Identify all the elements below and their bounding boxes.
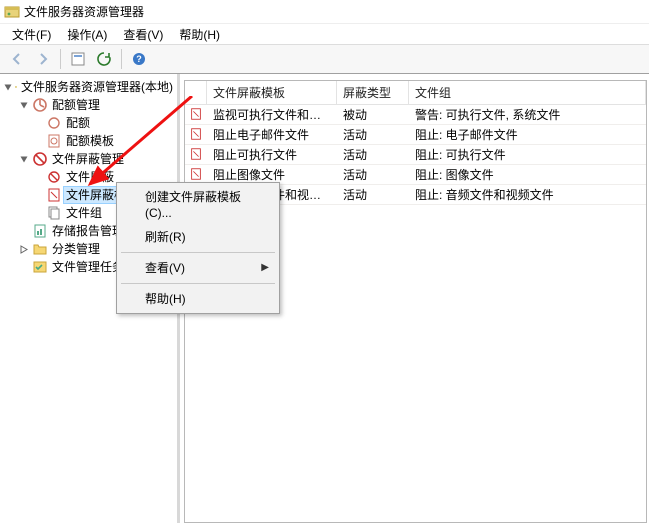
tree-quota[interactable]: 配额 [30, 114, 177, 132]
tree-label: 文件屏蔽管理 [50, 151, 126, 167]
cell-type: 活动 [337, 126, 409, 143]
tree-label: 文件服务器资源管理器(本地) [19, 79, 175, 95]
tree-quota-tpl[interactable]: 配额模板 [30, 132, 177, 150]
table-row[interactable]: 阻止电子邮件文件活动阻止: 电子邮件文件 [185, 125, 646, 145]
screen-icon [46, 169, 62, 185]
template-icon [46, 133, 62, 149]
col-type[interactable]: 屏蔽类型 [337, 81, 409, 104]
cell-type: 活动 [337, 186, 409, 203]
quota-icon [32, 97, 48, 113]
tree-screen-mgmt[interactable]: 文件屏蔽管理 [16, 150, 177, 168]
ctx-separator [121, 252, 275, 253]
tree-label: 文件管理任务 [50, 259, 126, 275]
content-area: 文件服务器资源管理器(本地) 配额管理 配额 [0, 74, 649, 523]
screen-icon [32, 151, 48, 167]
quota-icon [46, 115, 62, 131]
tree-root[interactable]: 文件服务器资源管理器(本地) [2, 78, 177, 96]
submenu-arrow-icon: ▶ [261, 260, 269, 276]
cell-template: 阻止可执行文件 [207, 146, 337, 163]
help-button[interactable]: ? [128, 48, 150, 70]
ctx-separator [121, 283, 275, 284]
expand-icon[interactable] [18, 243, 30, 255]
template-icon [185, 107, 207, 121]
cell-filegroup: 阻止: 电子邮件文件 [409, 126, 646, 143]
collapse-icon[interactable] [18, 99, 30, 111]
template-icon [185, 127, 207, 141]
window-title: 文件服务器资源管理器 [24, 3, 144, 20]
template-icon [46, 187, 62, 203]
tree-label: 配额管理 [50, 97, 102, 113]
column-headers: 文件屏蔽模板 屏蔽类型 文件组 [185, 81, 646, 105]
app-icon [4, 4, 20, 20]
toolbar-btn-1[interactable] [67, 48, 89, 70]
menu-help[interactable]: 帮助(H) [171, 24, 228, 45]
tree-label: 文件屏蔽 [64, 169, 116, 185]
refresh-button[interactable] [93, 48, 115, 70]
ctx-view[interactable]: 查看(V) ▶ [119, 256, 277, 280]
tree-label: 文件组 [64, 205, 104, 221]
menu-view[interactable]: 查看(V) [115, 24, 171, 45]
collapse-icon[interactable] [18, 153, 30, 165]
cell-filegroup: 阻止: 音频文件和视频文件 [409, 186, 646, 203]
menu-file[interactable]: 文件(F) [4, 24, 59, 45]
tree-quota-mgmt[interactable]: 配额管理 [16, 96, 177, 114]
cell-type: 被动 [337, 106, 409, 123]
tasks-icon [32, 259, 48, 275]
cell-filegroup: 阻止: 图像文件 [409, 166, 646, 183]
ctx-help[interactable]: 帮助(H) [119, 287, 277, 311]
template-icon [185, 147, 207, 161]
menu-action[interactable]: 操作(A) [59, 24, 115, 45]
report-icon [32, 223, 48, 239]
context-menu: 创建文件屏蔽模板(C)... 刷新(R) 查看(V) ▶ 帮助(H) [116, 182, 280, 314]
toolbar: ? [0, 44, 649, 74]
col-icon[interactable] [185, 81, 207, 104]
col-filegroup[interactable]: 文件组 [409, 81, 646, 104]
cell-filegroup: 警告: 可执行文件, 系统文件 [409, 106, 646, 123]
cell-type: 活动 [337, 166, 409, 183]
ctx-refresh[interactable]: 刷新(R) [119, 225, 277, 249]
cell-type: 活动 [337, 146, 409, 163]
folder-icon [32, 241, 48, 257]
files-icon [46, 205, 62, 221]
collapse-icon[interactable] [4, 81, 13, 93]
template-icon [185, 167, 207, 181]
tree-label: 分类管理 [50, 241, 102, 257]
ctx-label: 查看(V) [145, 261, 185, 275]
tree-label: 存储报告管理 [50, 223, 126, 239]
table-row[interactable]: 阻止可执行文件活动阻止: 可执行文件 [185, 145, 646, 165]
col-template[interactable]: 文件屏蔽模板 [207, 81, 337, 104]
tree-label: 配额 [64, 115, 92, 131]
cell-template: 监视可执行文件和系统文件 [207, 106, 337, 123]
cell-filegroup: 阻止: 可执行文件 [409, 146, 646, 163]
tree-label: 配额模板 [64, 133, 116, 149]
cell-template: 阻止图像文件 [207, 166, 337, 183]
title-bar: 文件服务器资源管理器 [0, 0, 649, 24]
toolbar-separator [60, 49, 61, 69]
nav-fwd-button[interactable] [32, 48, 54, 70]
toolbar-separator [121, 49, 122, 69]
server-icon [15, 79, 17, 95]
menu-bar: 文件(F) 操作(A) 查看(V) 帮助(H) [0, 24, 649, 44]
table-row[interactable]: 监视可执行文件和系统文件被动警告: 可执行文件, 系统文件 [185, 105, 646, 125]
ctx-create-template[interactable]: 创建文件屏蔽模板(C)... [119, 185, 277, 225]
svg-text:?: ? [136, 54, 142, 64]
cell-template: 阻止电子邮件文件 [207, 126, 337, 143]
nav-back-button[interactable] [6, 48, 28, 70]
